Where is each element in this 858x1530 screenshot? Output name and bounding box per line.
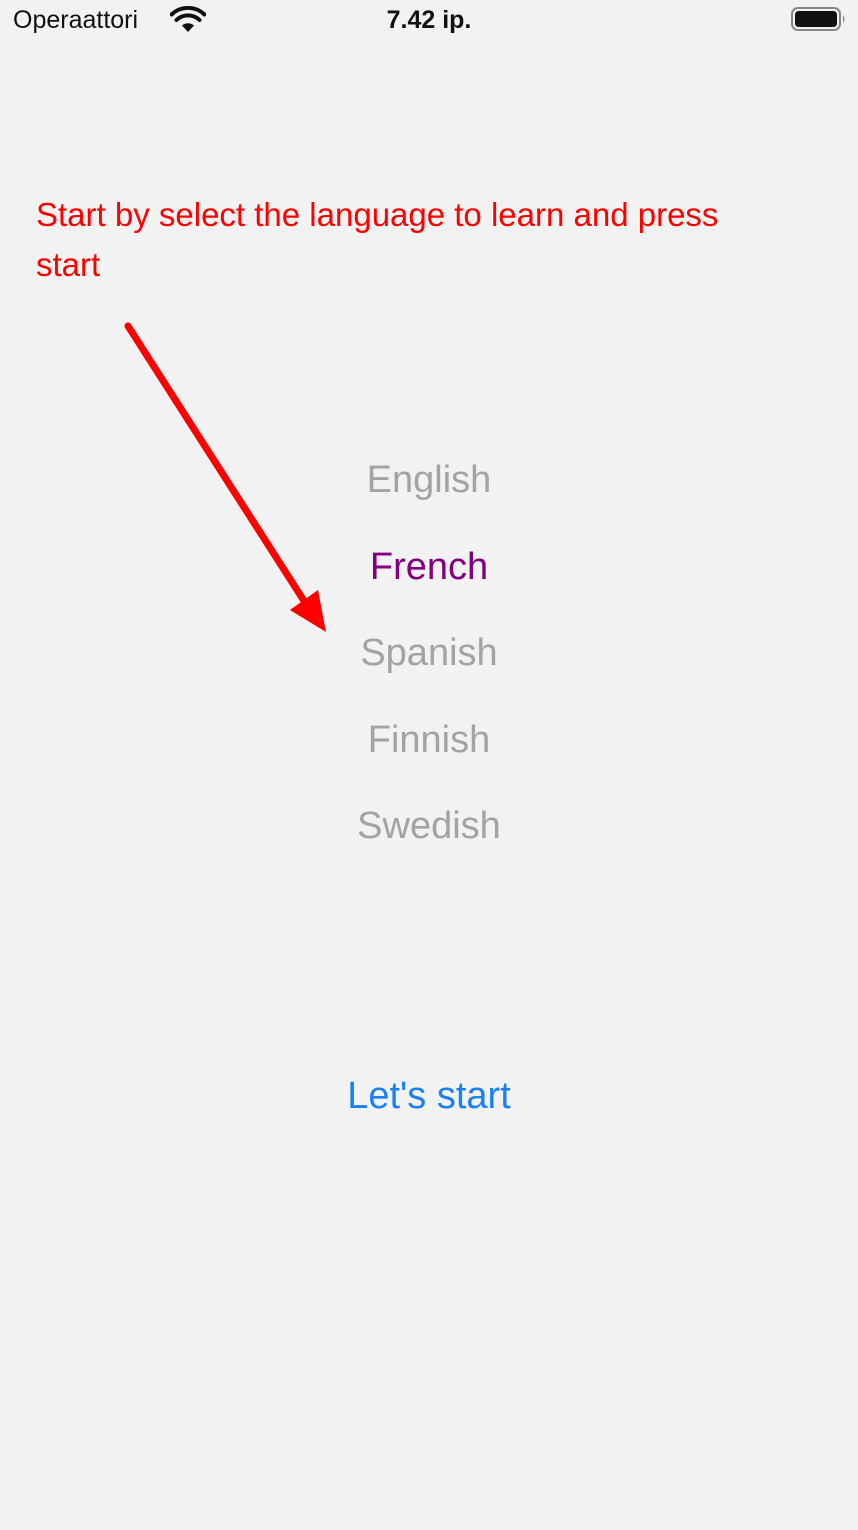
clock: 7.42 ip. (386, 6, 472, 34)
status-bar: Operaattori 7.42 ip. (0, 0, 858, 44)
picker-item-spanish[interactable]: Spanish (0, 610, 858, 697)
picker-item-swedish[interactable]: Swedish (0, 783, 858, 870)
instruction-text: Start by select the language to learn an… (36, 196, 719, 283)
start-button[interactable]: Let's start (0, 1070, 858, 1122)
picker-item-french[interactable]: French (0, 524, 858, 611)
picker-item-english[interactable]: English (0, 437, 858, 524)
picker-item-finnish[interactable]: Finnish (0, 697, 858, 784)
battery-icon (791, 7, 845, 31)
language-picker[interactable]: English French Spanish Finnish Swedish (0, 437, 858, 870)
